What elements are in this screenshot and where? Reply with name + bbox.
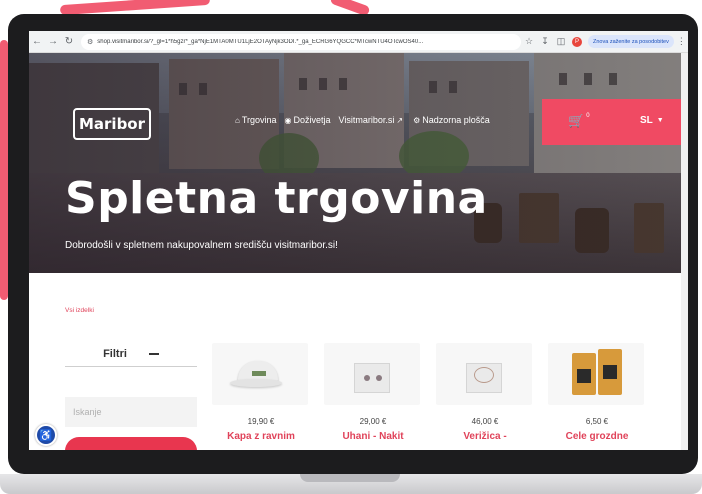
laptop-notch xyxy=(300,474,400,482)
download-icon[interactable]: ↧ xyxy=(537,31,553,53)
jewelry-box xyxy=(354,363,390,393)
search-input[interactable] xyxy=(65,397,197,427)
collapse-icon[interactable] xyxy=(148,352,159,355)
nav-item-nadzorna-plosca[interactable]: ⚙ Nadzorna plošča xyxy=(413,115,490,125)
filters-title: Filtri xyxy=(103,347,127,360)
cart-icon: 🛒 xyxy=(568,113,585,128)
decorative-stroke xyxy=(0,40,8,300)
reload-icon[interactable]: ↻ xyxy=(61,31,77,53)
product-grid: 19,90 € Kapa z ravnim 29,00 € Uhani - Na… xyxy=(212,343,660,442)
necklace xyxy=(474,367,494,383)
filter-submit-button[interactable] xyxy=(65,437,197,450)
earring xyxy=(364,375,370,381)
product-price: 46,00 € xyxy=(471,417,499,426)
bag-label xyxy=(603,365,617,379)
nav-item-label: Visitmaribor.si xyxy=(338,115,395,125)
header-action-box: 🛒 0 SL ▼ xyxy=(542,99,688,145)
product-image[interactable] xyxy=(324,343,420,405)
chevron-down-icon: ▼ xyxy=(656,117,664,124)
laptop-screen: ← → ↻ ⚙ shop.visitmaribor.si/?_gl=1*h5gz… xyxy=(29,31,688,450)
nav-item-trgovina[interactable]: ⌂ Trgovina xyxy=(235,115,277,125)
nav-item-label: Trgovina xyxy=(241,115,277,125)
site-logo[interactable]: Maribor xyxy=(73,108,151,140)
back-arrow-icon[interactable]: ← xyxy=(29,31,45,53)
decorative-stroke xyxy=(59,0,211,16)
product-card[interactable]: 6,50 € Cele grozdne xyxy=(548,343,646,442)
external-link-icon: ↗ xyxy=(396,115,404,125)
product-price: 29,00 € xyxy=(359,417,387,426)
language-select[interactable]: SL ▼ xyxy=(640,115,664,126)
nav-item-label: Nadzorna plošča xyxy=(422,115,490,125)
product-card[interactable]: 46,00 € Verižica - xyxy=(436,343,534,442)
cart-count: 0 xyxy=(586,113,590,119)
forward-arrow-icon[interactable]: → xyxy=(45,31,61,53)
product-image[interactable] xyxy=(436,343,532,405)
cart-button[interactable]: 🛒 0 xyxy=(568,113,590,129)
more-menu-icon[interactable]: ⋮ xyxy=(677,36,686,47)
accessibility-icon[interactable]: ♿ xyxy=(35,424,57,446)
browser-toolbar: ← → ↻ ⚙ shop.visitmaribor.si/?_gl=1*h5gz… xyxy=(29,31,688,53)
earring xyxy=(376,375,382,381)
hero-subtitle: Dobrodošli v spletnem nakupovalnem sredi… xyxy=(65,240,338,251)
product-name[interactable]: Verižica - xyxy=(436,431,534,442)
nav-item-visitmaribor[interactable]: Visitmaribor.si ↗ xyxy=(339,115,406,125)
cap-brim xyxy=(230,379,282,387)
product-price: 19,90 € xyxy=(247,417,275,426)
filters-header[interactable]: Filtri xyxy=(65,341,197,367)
product-image[interactable] xyxy=(212,343,308,405)
gear-icon: ⚙ xyxy=(413,115,421,125)
product-card[interactable]: 29,00 € Uhani - Nakit xyxy=(324,343,422,442)
main-navigation: ⌂ Trgovina ◉ Doživetja Visitmaribor.si ↗… xyxy=(235,115,498,125)
cap-logo xyxy=(252,371,266,376)
product-price: 6,50 € xyxy=(585,417,609,426)
hero-banner: Maribor ⌂ Trgovina ◉ Doživetja Visitmari… xyxy=(29,53,688,273)
bicycle-icon: ◉ xyxy=(284,115,292,125)
home-icon: ⌂ xyxy=(235,115,240,125)
side-panel-icon[interactable]: ◫ xyxy=(553,31,569,53)
logo-text: Maribor xyxy=(78,115,146,133)
product-card[interactable]: 19,90 € Kapa z ravnim xyxy=(212,343,310,442)
bag-label xyxy=(577,369,591,383)
address-bar[interactable]: ⚙ shop.visitmaribor.si/?_gl=1*h5gzr*_ga*… xyxy=(81,33,521,50)
nav-item-dozivetja[interactable]: ◉ Doživetja xyxy=(285,115,331,125)
profile-avatar[interactable]: P xyxy=(572,36,582,47)
product-name[interactable]: Uhani - Nakit xyxy=(324,431,422,442)
url-text: shop.visitmaribor.si/?_gl=1*h5gzr*_ga*Nj… xyxy=(97,38,424,45)
product-name[interactable]: Kapa z ravnim xyxy=(212,431,310,442)
update-chip[interactable]: Znova zaženite za posodobitev xyxy=(588,35,674,48)
bookmark-star-icon[interactable]: ☆ xyxy=(521,31,537,53)
site-info-icon[interactable]: ⚙ xyxy=(87,38,93,46)
product-image[interactable] xyxy=(548,343,644,405)
breadcrumb[interactable]: Vsi izdelki xyxy=(65,307,94,314)
nav-item-label: Doživetja xyxy=(293,115,331,125)
page-scrollbar[interactable] xyxy=(681,53,688,450)
language-label: SL xyxy=(640,115,653,126)
grape-bag xyxy=(572,353,596,395)
product-name[interactable]: Cele grozdne xyxy=(548,431,646,442)
grape-bag xyxy=(598,349,622,395)
hero-title: Spletna trgovina xyxy=(65,173,488,224)
